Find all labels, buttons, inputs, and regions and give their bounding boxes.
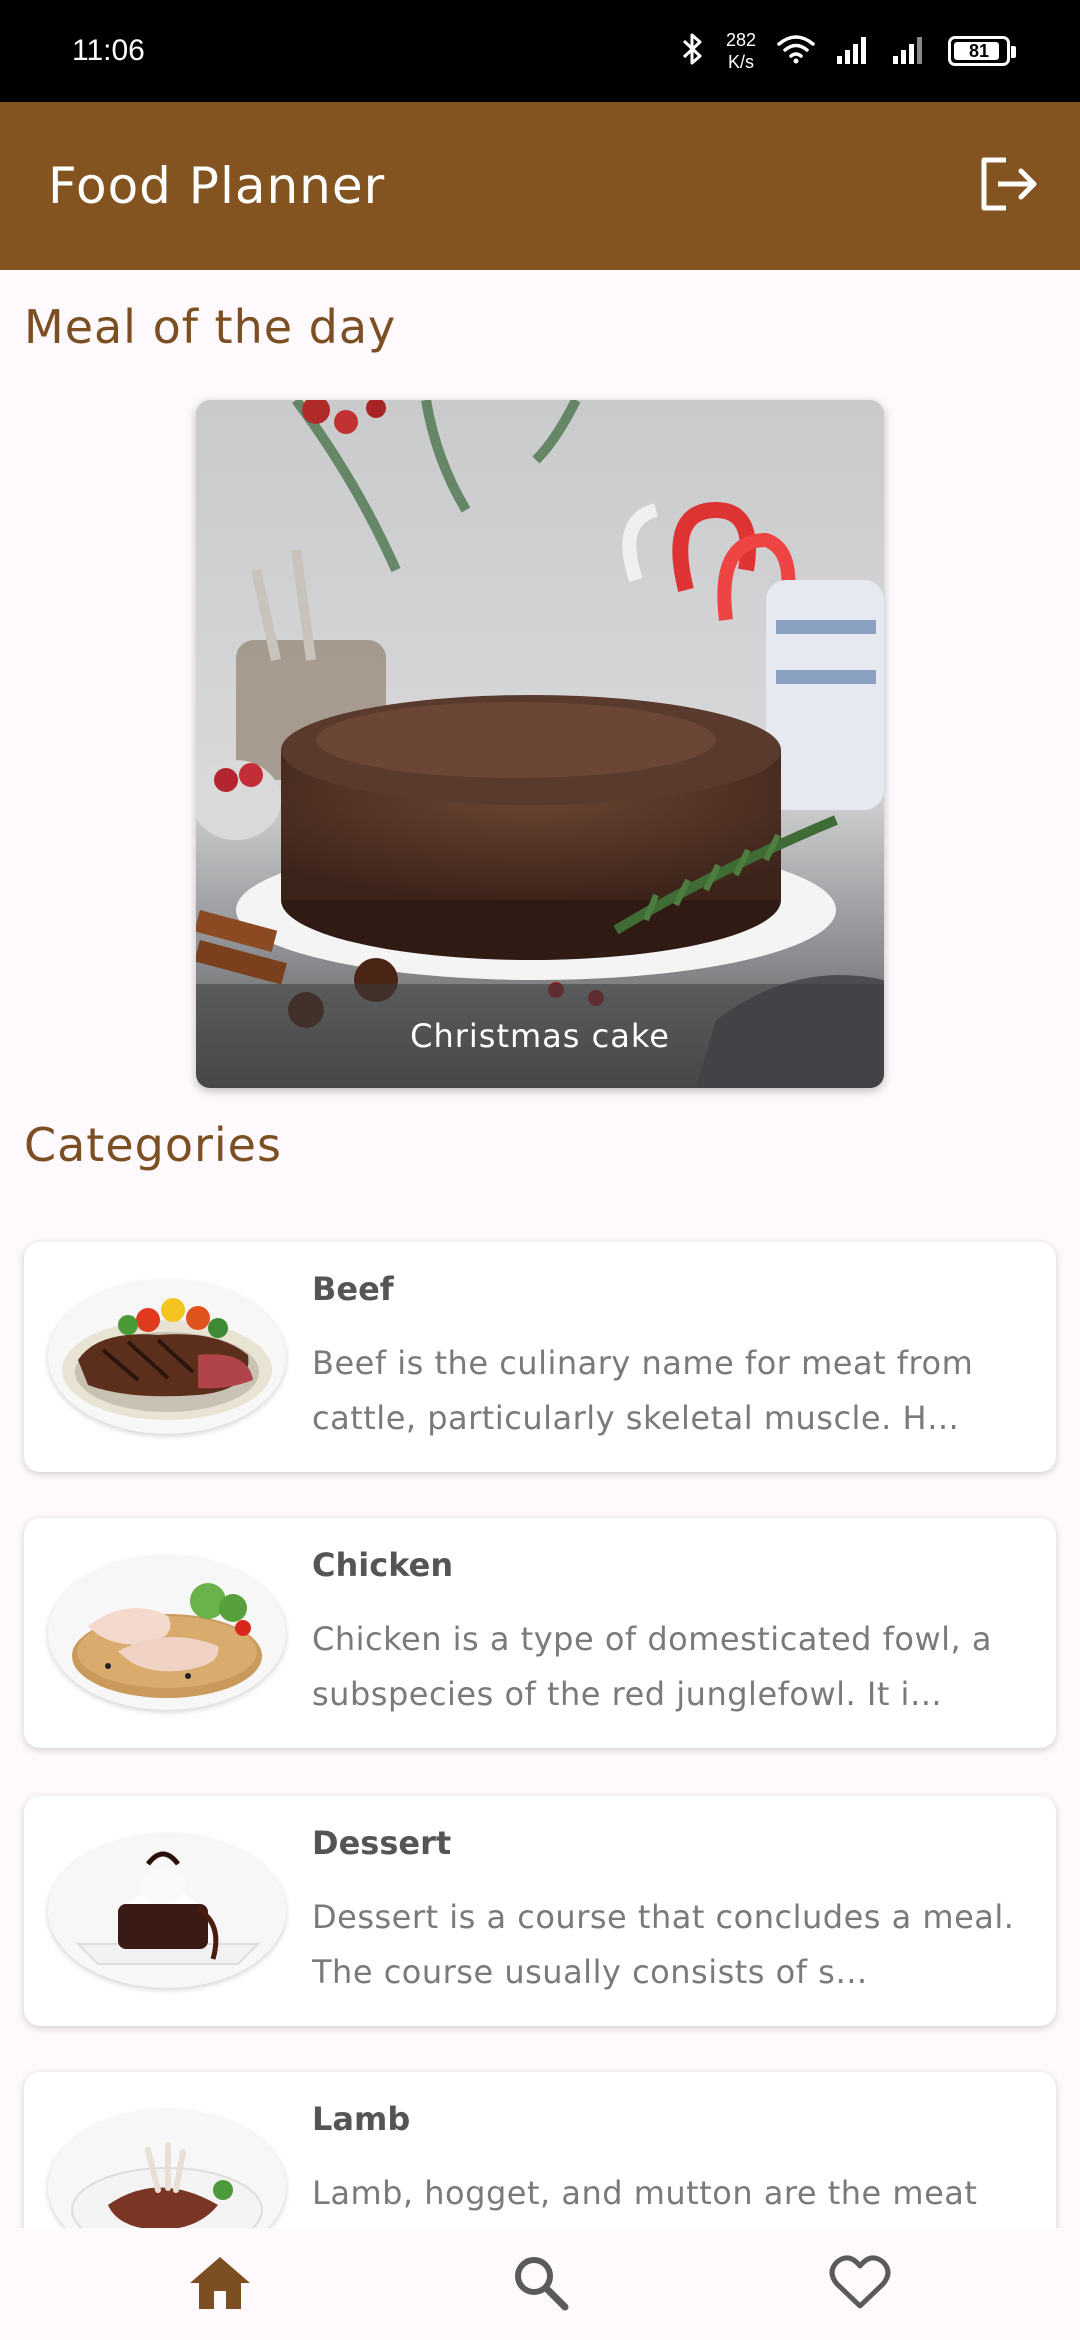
net-speed-value: 282 (725, 30, 756, 50)
logout-icon (976, 154, 1040, 218)
app-bar: Food Planner (0, 102, 1080, 270)
category-name: Dessert (312, 1824, 452, 1862)
app-title: Food Planner (48, 157, 386, 215)
search-icon (511, 2253, 569, 2315)
category-image-dessert (48, 1834, 286, 1988)
bottom-navigation (0, 2228, 1080, 2340)
status-bar: 11:06 282 K/s 81 (0, 0, 1080, 102)
nav-favorites[interactable] (800, 2234, 920, 2334)
categories-title: Categories (24, 1118, 282, 1172)
status-time: 11:06 (72, 34, 145, 67)
bluetooth-icon (680, 32, 706, 70)
signal-icon (836, 34, 872, 68)
net-speed-unit: K/s (727, 52, 754, 72)
category-description: Chicken is a type of domesticated fowl, … (312, 1620, 992, 1713)
meal-of-day-title: Meal of the day (24, 300, 397, 354)
category-name: Beef (312, 1270, 394, 1308)
category-card-lamb[interactable]: Lamb Lamb, hogget, and mutton are the me… (24, 2072, 1056, 2228)
category-image-beef (48, 1280, 286, 1434)
logout-button[interactable] (972, 150, 1044, 222)
category-description: Beef is the culinary name for meat from … (312, 1344, 974, 1437)
favorite-icon (829, 2254, 891, 2314)
nav-home[interactable] (160, 2234, 280, 2334)
category-card-chicken[interactable]: Chicken Chicken is a type of domesticate… (24, 1518, 1056, 1748)
category-description: Lamb, hogget, and mutton are the meat (312, 2174, 978, 2212)
net-speed: 282 K/s (726, 29, 756, 73)
category-name: Chicken (312, 1546, 454, 1584)
signal-icon (892, 34, 928, 68)
battery-icon: 81 (948, 36, 1016, 66)
category-card-dessert[interactable]: Dessert Dessert is a course that conclud… (24, 1796, 1056, 2026)
meal-of-day-card[interactable]: Christmas cake (196, 400, 884, 1088)
category-image-chicken (48, 1556, 286, 1710)
category-description: Dessert is a course that concludes a mea… (312, 1898, 1015, 1991)
home-icon (188, 2253, 252, 2315)
category-card-beef[interactable]: Beef Beef is the culinary name for meat … (24, 1242, 1056, 1472)
battery-level: 81 (968, 40, 990, 61)
status-icons: 282 K/s 81 (680, 29, 1016, 73)
main-content[interactable]: Meal of the day Christmas cake Categorie… (0, 270, 1080, 2228)
category-name: Lamb (312, 2100, 411, 2138)
wifi-icon (776, 33, 816, 69)
category-image-lamb (48, 2110, 286, 2228)
nav-search[interactable] (480, 2234, 600, 2334)
meal-name: Christmas cake (196, 984, 884, 1088)
